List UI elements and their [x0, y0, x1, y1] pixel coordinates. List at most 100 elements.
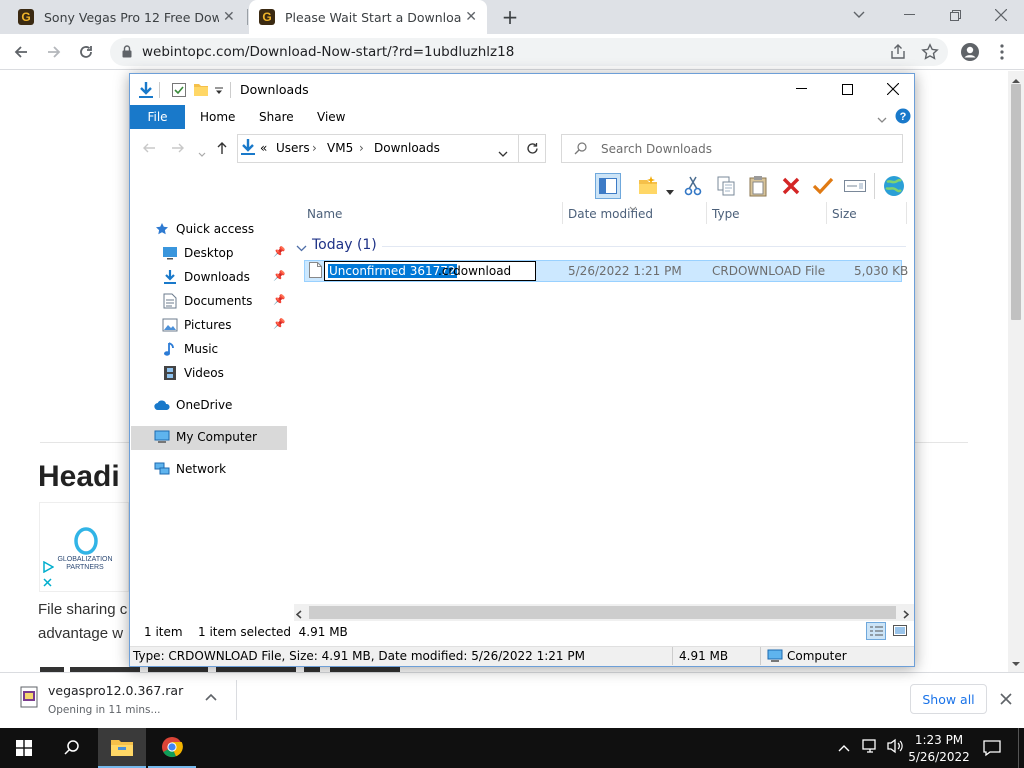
up-arrow-icon[interactable]: [216, 141, 228, 158]
tab-sony-vegas[interactable]: G Sony Vegas Pro 12 Free Downloa ✕: [8, 0, 246, 34]
action-center-icon[interactable]: [983, 739, 1001, 760]
copy-icon[interactable]: [713, 173, 739, 199]
nav-music[interactable]: Music: [162, 337, 319, 361]
close-browser-button[interactable]: [978, 0, 1024, 30]
back-button[interactable]: [7, 38, 35, 66]
tab-file[interactable]: File: [130, 105, 185, 129]
tab-share[interactable]: Share: [259, 110, 294, 124]
pin-icon[interactable]: 📌: [273, 319, 285, 330]
pin-icon[interactable]: 📌: [273, 271, 285, 282]
delete-icon[interactable]: [778, 173, 804, 199]
lock-icon[interactable]: [122, 45, 132, 58]
breadcrumb-users[interactable]: Users: [276, 141, 310, 155]
close-tab-icon[interactable]: ✕: [465, 9, 477, 25]
globe-icon[interactable]: [881, 173, 907, 199]
close-tab-icon[interactable]: ✕: [223, 9, 235, 25]
scroll-left-arrow-icon[interactable]: [295, 608, 302, 622]
new-item-icon[interactable]: [635, 173, 661, 199]
breadcrumb-vm5[interactable]: VM5: [327, 141, 353, 155]
nav-network[interactable]: Network: [154, 457, 311, 481]
bookmark-star-icon[interactable]: [921, 43, 939, 64]
column-header-size[interactable]: Size: [832, 207, 857, 221]
chrome-taskbar-icon[interactable]: [148, 728, 196, 768]
search-icon[interactable]: [48, 728, 96, 768]
tab-view[interactable]: View: [317, 110, 345, 124]
minimize-window-button[interactable]: [778, 74, 824, 104]
large-icons-view-button[interactable]: [890, 622, 910, 640]
group-divider: [382, 246, 906, 247]
new-tab-button[interactable]: +: [498, 5, 522, 29]
tab-home[interactable]: Home: [200, 110, 235, 124]
recent-locations-chevron-icon[interactable]: [198, 146, 206, 160]
show-desktop-button[interactable]: [1018, 728, 1024, 768]
ad-choices-icon[interactable]: [42, 561, 54, 573]
file-explorer-taskbar-icon[interactable]: [98, 728, 146, 768]
group-header[interactable]: Today (1): [312, 237, 377, 253]
refresh-button[interactable]: [518, 134, 546, 163]
expand-ribbon-chevron-icon[interactable]: [877, 113, 887, 127]
minimize-browser-button[interactable]: [886, 0, 932, 30]
browser-menu-icon[interactable]: [988, 38, 1016, 66]
back-arrow-icon[interactable]: [142, 142, 156, 157]
tab-search-icon[interactable]: [836, 0, 882, 30]
clock-date[interactable]: 5/26/2022: [908, 750, 970, 764]
breadcrumb-downloads[interactable]: Downloads: [374, 141, 440, 155]
download-options-chevron-icon[interactable]: [205, 690, 217, 704]
network-icon[interactable]: [862, 738, 880, 757]
reload-button[interactable]: [72, 38, 100, 66]
sort-indicator-icon: [629, 200, 637, 214]
column-header-name[interactable]: Name: [307, 207, 342, 221]
details-view-button[interactable]: [866, 622, 886, 640]
paste-icon[interactable]: [745, 173, 771, 199]
group-collapse-chevron-icon[interactable]: [296, 241, 307, 255]
new-item-dropdown-icon[interactable]: [666, 184, 674, 198]
address-history-chevron-icon[interactable]: [498, 146, 508, 160]
nav-onedrive[interactable]: OneDrive: [154, 393, 311, 417]
share-icon[interactable]: [889, 43, 907, 64]
close-window-button[interactable]: [870, 74, 916, 104]
forward-arrow-icon[interactable]: [171, 142, 185, 157]
nav-my-computer[interactable]: My Computer: [154, 425, 311, 449]
download-filename[interactable]: vegaspro12.0.367.rar: [48, 683, 183, 698]
scroll-up-arrow-icon[interactable]: [1011, 74, 1021, 83]
pin-icon[interactable]: 📌: [273, 247, 285, 258]
address-bar[interactable]: webintopc.com/Download-Now-start/?rd=1ub…: [110, 38, 948, 66]
help-icon[interactable]: ?: [895, 108, 911, 127]
breadcrumb-overflow[interactable]: «: [260, 141, 267, 155]
scroll-right-arrow-icon[interactable]: [903, 608, 910, 622]
profile-avatar[interactable]: [956, 38, 984, 66]
properties-checkbox-icon[interactable]: [172, 83, 186, 100]
customize-toolbar-dropdown-icon[interactable]: [215, 84, 224, 98]
column-header-type[interactable]: Type: [712, 207, 740, 221]
preview-pane-icon[interactable]: [595, 173, 621, 199]
new-folder-icon[interactable]: [193, 82, 209, 100]
clock-time[interactable]: 1:23 PM: [912, 733, 966, 747]
maximize-window-button[interactable]: [824, 74, 870, 104]
nav-quick-access[interactable]: Quick access: [154, 217, 311, 241]
nav-downloads[interactable]: Downloads: [162, 265, 319, 289]
restore-browser-button[interactable]: [932, 0, 978, 30]
forward-button[interactable]: [40, 38, 68, 66]
scroll-down-arrow-icon[interactable]: [1011, 657, 1021, 666]
show-all-button[interactable]: Show all: [910, 684, 987, 714]
show-hidden-icons-chevron-icon[interactable]: [838, 741, 850, 755]
rename-icon[interactable]: [842, 173, 868, 199]
page-scrollbar-thumb[interactable]: [1011, 84, 1021, 320]
quick-access-toolbar-download-icon[interactable]: [138, 81, 154, 102]
nav-documents[interactable]: Documents: [162, 289, 319, 313]
tab-please-wait[interactable]: G Please Wait Start a Downloading ✕: [249, 0, 487, 34]
horizontal-scrollbar-thumb[interactable]: [309, 606, 896, 619]
rename-extension-text[interactable]: .crdownload: [438, 264, 511, 278]
cut-icon[interactable]: [680, 173, 706, 199]
rar-file-icon[interactable]: [18, 686, 40, 708]
nav-videos[interactable]: Videos: [162, 361, 319, 385]
close-shelf-icon[interactable]: [1000, 693, 1012, 708]
properties-check-icon[interactable]: [810, 173, 836, 199]
ad-banner[interactable]: [39, 502, 129, 592]
volume-icon[interactable]: [886, 738, 904, 757]
start-button[interactable]: [0, 728, 48, 768]
column-header-date[interactable]: Date modified: [568, 207, 653, 221]
pin-icon[interactable]: 📌: [273, 295, 285, 306]
ad-close-icon[interactable]: [43, 578, 52, 587]
nav-pictures[interactable]: Pictures: [162, 313, 319, 337]
